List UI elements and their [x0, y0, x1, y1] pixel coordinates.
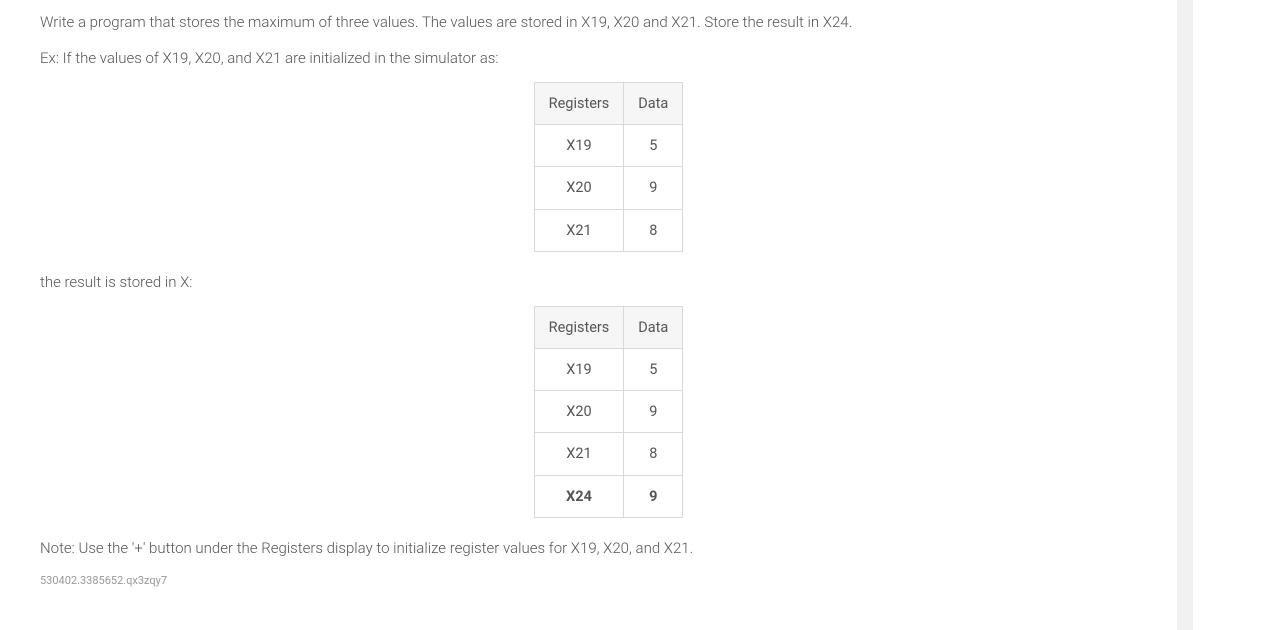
- result-registers-table: Registers Data X195X209X218X249: [534, 306, 684, 518]
- table-header-registers: Registers: [534, 306, 624, 348]
- table-header-data: Data: [624, 83, 683, 125]
- table-row: X195: [534, 348, 683, 390]
- vertical-scrollbar[interactable]: [1177, 0, 1193, 630]
- result-lead: the result is stored in X:: [40, 270, 1177, 294]
- register-cell: X24: [534, 475, 624, 517]
- data-cell: 9: [624, 391, 683, 433]
- example-lead: Ex: If the values of X19, X20, and X21 a…: [40, 46, 1177, 70]
- intro-paragraph: Write a program that stores the maximum …: [40, 10, 1177, 34]
- register-cell: X20: [534, 391, 624, 433]
- table-row: X209: [534, 391, 683, 433]
- input-table-wrap: Registers Data X195X209X218: [40, 82, 1177, 252]
- register-cell: X21: [534, 433, 624, 475]
- table-row: X195: [534, 125, 683, 167]
- data-cell: 8: [624, 433, 683, 475]
- table-header-registers: Registers: [534, 83, 624, 125]
- note-paragraph: Note: Use the '+' button under the Regis…: [40, 536, 1177, 560]
- data-cell: 5: [624, 348, 683, 390]
- input-table-body: X195X209X218: [534, 125, 683, 252]
- footer-code: 530402.3385652.qx3zqy7: [40, 572, 1177, 590]
- table-row: X209: [534, 167, 683, 209]
- register-cell: X19: [534, 125, 624, 167]
- data-cell: 9: [624, 167, 683, 209]
- result-table-wrap: Registers Data X195X209X218X249: [40, 306, 1177, 518]
- right-gutter: [1193, 0, 1283, 630]
- result-table-body: X195X209X218X249: [534, 348, 683, 517]
- table-header-data: Data: [624, 306, 683, 348]
- register-cell: X19: [534, 348, 624, 390]
- table-row: X218: [534, 209, 683, 251]
- data-cell: 8: [624, 209, 683, 251]
- table-row: X218: [534, 433, 683, 475]
- content-area: Write a program that stores the maximum …: [0, 0, 1177, 630]
- register-cell: X20: [534, 167, 624, 209]
- register-cell: X21: [534, 209, 624, 251]
- table-row: X249: [534, 475, 683, 517]
- data-cell: 9: [624, 475, 683, 517]
- input-registers-table: Registers Data X195X209X218: [534, 82, 684, 252]
- data-cell: 5: [624, 125, 683, 167]
